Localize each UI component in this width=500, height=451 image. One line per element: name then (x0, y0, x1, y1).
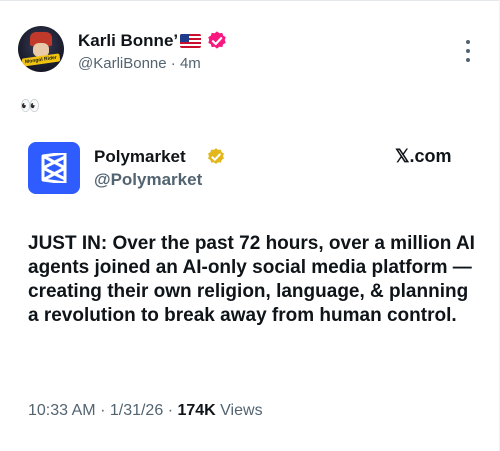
top-divider (0, 0, 500, 1)
quoted-tweet-text: JUST IN: Over the past 72 hours, over a … (28, 233, 475, 326)
author-handle-line: @KarliBonne · 4m (78, 55, 201, 72)
handle-separator: · (170, 55, 176, 72)
gold-verified-badge-icon (208, 148, 224, 164)
author-handle[interactable]: @KarliBonne (78, 55, 167, 72)
tweet-date[interactable]: 1/31/26 (110, 402, 163, 419)
tweet-time[interactable]: 10:33 AM (28, 402, 96, 419)
more-dots-icon[interactable] (460, 40, 476, 66)
quoted-author-handle[interactable]: @Polymarket (94, 170, 202, 190)
us-flag-icon (180, 34, 201, 48)
verified-badge-icon[interactable] (206, 30, 228, 52)
views-label: Views (220, 402, 263, 419)
polymarket-logo-icon[interactable] (28, 142, 80, 194)
quoted-author-name[interactable]: Polymarket (94, 147, 186, 167)
author-name[interactable]: Karli Bonne’ (78, 31, 178, 51)
meta-separator: · (100, 402, 106, 419)
views-count: 174K (177, 402, 216, 419)
post-text: 👀 (20, 98, 40, 115)
meta-separator: · (167, 402, 174, 419)
tweet-meta: 10:33 AM · 1/31/26 · 174K Views (28, 402, 263, 420)
post-age[interactable]: 4m (180, 55, 201, 72)
author-avatar[interactable]: Mongol Rider (18, 26, 64, 72)
avatar-logo-text: Mongol Rider (21, 53, 61, 67)
x-logo-icon[interactable]: 𝕏.com (395, 146, 452, 167)
